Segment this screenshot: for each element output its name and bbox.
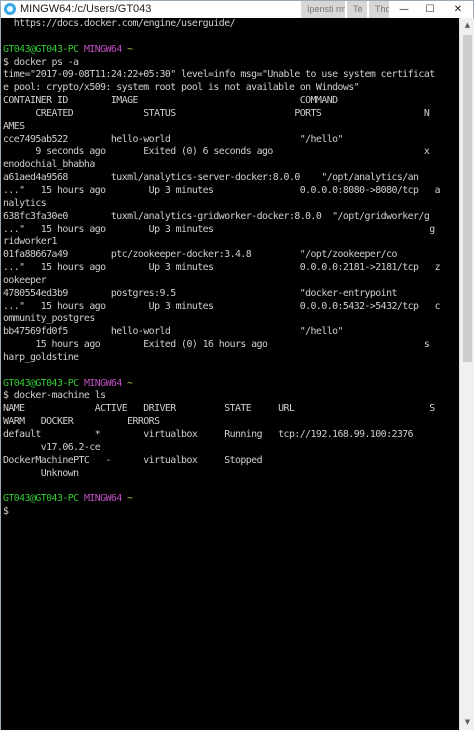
terminal-line: CREATED STATUS PORTS N (3, 107, 430, 119)
terminal-line: Unknown (3, 467, 79, 479)
prompt-line: GT043@GT043-PC MINGW64 ~ (3, 493, 459, 506)
prompt-path: ~ (127, 493, 133, 505)
terminal-line: DockerMachinePTC - virtualbox Stopped (3, 454, 263, 466)
terminal-line: NAME ACTIVE DRIVER STATE URL S (3, 403, 435, 415)
terminal-line: ridworker1 (3, 236, 58, 248)
prompt-shell: MINGW64 (83, 43, 122, 55)
terminal-line: ..." 15 hours ago Up 3 minutes 0.0.0.0:2… (3, 262, 441, 274)
mingw-app-icon[interactable] (4, 3, 16, 15)
terminal-line: AMES (3, 120, 25, 132)
close-button[interactable]: ✕ (443, 1, 473, 18)
terminal-line: 4780554ed3b9 postgres:9.5 "docker-entryp… (3, 287, 397, 299)
terminal-line: 15 hours ago Exited (0) 16 hours ago s (3, 339, 430, 351)
terminal-line: ommunity_postgres (3, 313, 95, 325)
terminal-line: time="2017-09-08T11:24:22+05:30" level=i… (3, 69, 435, 81)
terminal-line: nalytics (3, 197, 47, 209)
terminal-line: $ (3, 506, 9, 518)
terminal-line: enodochial_bhabha (3, 159, 95, 171)
terminal-line: e pool: crypto/x509: system root pool is… (3, 82, 360, 94)
title-bar[interactable]: Ipensti rmhub Te Thoughtworks MINGW64:/c… (1, 1, 473, 18)
scroll-up-arrow-icon[interactable]: ▲ (460, 18, 474, 33)
terminal-line: cce7495ab522 hello-world "/hello" (3, 133, 343, 145)
prompt-user-host: GT043@GT043-PC (3, 43, 79, 55)
background-tab: Ipensti rmhub (301, 1, 345, 18)
terminal-line: v17.06.2-ce (3, 441, 101, 453)
prompt-user-host: GT043@GT043-PC (3, 377, 79, 389)
terminal-line: a61aed4a9568 tuxml/analytics-server-dock… (3, 172, 419, 184)
terminal-line: 9 seconds ago Exited (0) 6 seconds ago x (3, 146, 430, 158)
terminal-line: ..." 15 hours ago Up 3 minutes g (3, 223, 435, 235)
terminal-line: ..." 15 hours ago Up 3 minutes 0.0.0.0:5… (3, 300, 441, 312)
terminal-lines: https://docs.docker.com/engine/userguide… (3, 18, 459, 519)
scroll-down-arrow-icon[interactable]: ▼ (460, 715, 474, 730)
prompt-shell: MINGW64 (83, 493, 122, 505)
terminal-line: ..." 15 hours ago Up 3 minutes 0.0.0.0:8… (3, 184, 441, 196)
scroll-thumb[interactable] (463, 35, 472, 362)
maximize-button[interactable]: ☐ (416, 1, 444, 18)
prompt-line: GT043@GT043-PC MINGW64 ~ (3, 378, 459, 391)
terminal-line: $ docker-machine ls (3, 390, 106, 402)
window-title: MINGW64:/c/Users/GT043 (20, 3, 152, 15)
background-tab: Thoughtworks (369, 1, 389, 18)
prompt-path: ~ (127, 43, 133, 55)
terminal-line: harp_goldstine (3, 351, 79, 363)
terminal-line: default * virtualbox Running tcp://192.1… (3, 429, 414, 440)
terminal-line: 638fc3fa30e0 tuxml/analytics-gridworker-… (3, 210, 430, 222)
terminal-line: 01fa88667a49 ptc/zookeeper-docker:3.4.8 … (3, 249, 397, 261)
terminal-line: ookeeper (3, 274, 47, 286)
terminal-window: Ipensti rmhub Te Thoughtworks MINGW64:/c… (0, 0, 474, 730)
prompt-line: GT043@GT043-PC MINGW64 ~ (3, 44, 459, 57)
terminal-line: https://docs.docker.com/engine/userguide… (3, 18, 236, 29)
prompt-shell: MINGW64 (83, 377, 122, 389)
terminal-output[interactable]: https://docs.docker.com/engine/userguide… (1, 18, 459, 730)
terminal-line: WARM DOCKER ERRORS (3, 416, 160, 428)
terminal-line: CONTAINER ID IMAGE COMMAND (3, 95, 338, 107)
vertical-scrollbar[interactable]: ▲ ▼ (459, 18, 474, 730)
terminal-line: $ docker ps -a (3, 56, 79, 68)
background-tab: Te (347, 1, 367, 18)
minimize-button[interactable]: — (390, 1, 418, 18)
prompt-user-host: GT043@GT043-PC (3, 493, 79, 505)
prompt-path: ~ (127, 377, 133, 389)
terminal-line: bb47569fd0f5 hello-world "/hello" (3, 326, 343, 338)
